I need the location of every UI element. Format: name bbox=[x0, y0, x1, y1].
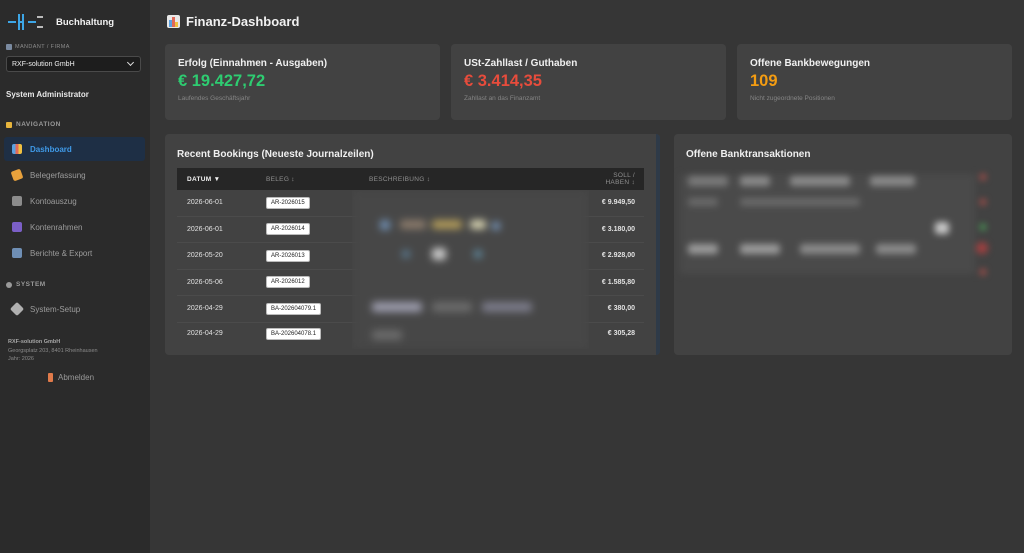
table-header: DATUM ▼ BELEG ↕ BESCHREIBUNG ↕ SOLL / HA… bbox=[177, 168, 644, 190]
beleg-badge[interactable]: AR-2026014 bbox=[266, 223, 310, 236]
system-section-header: SYSTEM bbox=[6, 281, 46, 288]
sidebar-item-dashboard[interactable]: Dashboard bbox=[4, 137, 145, 161]
brand: Buchhaltung bbox=[6, 11, 114, 33]
sidebar-item-kontoauszug[interactable]: Kontoauszug bbox=[4, 189, 145, 213]
mandant-label-text: MANDANT / FIRMA bbox=[15, 44, 70, 50]
company-info: RXF-solution GmbH Georgsplatz 203, 8401 … bbox=[8, 338, 98, 364]
app-logo-icon bbox=[6, 12, 46, 32]
column-header-datum[interactable]: DATUM ▼ bbox=[177, 176, 257, 183]
kpi-value: € 3.414,35 bbox=[464, 72, 542, 90]
system-section-title: SYSTEM bbox=[16, 281, 46, 288]
sidebar-item-kontenrahmen[interactable]: Kontenrahmen bbox=[4, 215, 145, 239]
scrollbar[interactable] bbox=[656, 134, 660, 355]
column-header-beschreibung[interactable]: BESCHREIBUNG ↕ bbox=[361, 176, 591, 183]
nav-section-header: NAVIGATION bbox=[6, 121, 61, 128]
cell-datum: 2026-06-01 bbox=[187, 225, 223, 233]
sidebar-item-label: Berichte & Export bbox=[30, 248, 93, 258]
app-title: Buchhaltung bbox=[56, 16, 115, 28]
beleg-badge[interactable]: AR-2026013 bbox=[266, 249, 310, 262]
cell-betrag: € 1.585,80 bbox=[601, 278, 635, 286]
open-bank-transactions-panel: Offene Banktransaktionen bbox=[674, 134, 1012, 355]
pen-icon bbox=[10, 168, 24, 182]
nav-section-title: NAVIGATION bbox=[16, 121, 61, 128]
beleg-badge[interactable]: BA-202604078.1 bbox=[266, 327, 322, 340]
kpi-subtitle: Zahllast an das Finanzamt bbox=[464, 95, 541, 102]
kpi-card-erfolg: Erfolg (Einnahmen - Ausgaben) € 19.427,7… bbox=[165, 44, 440, 120]
bar-chart-icon bbox=[167, 15, 180, 28]
company-name: RXF-solution GmbH bbox=[8, 339, 61, 345]
redacted-bank-transactions bbox=[680, 164, 990, 302]
page-title-text: Finanz-Dashboard bbox=[186, 14, 300, 29]
sidebar-item-label: Kontoauszug bbox=[30, 196, 77, 206]
gear-icon bbox=[6, 281, 12, 288]
user-name: System Administrator bbox=[6, 90, 89, 99]
sidebar-item-label: System-Setup bbox=[30, 304, 81, 314]
cell-datum: 2026-06-01 bbox=[187, 199, 223, 207]
beleg-badge[interactable]: BA-202604079.1 bbox=[266, 302, 322, 315]
cell-betrag: € 9.949,50 bbox=[601, 199, 635, 207]
sidebar: Buchhaltung MANDANT / FIRMA RXF-solution… bbox=[0, 0, 150, 553]
kpi-title: Erfolg (Einnahmen - Ausgaben) bbox=[178, 58, 328, 69]
kpi-subtitle: Laufendes Geschäftsjahr bbox=[178, 95, 251, 102]
line-chart-icon bbox=[12, 248, 22, 258]
open-bank-transactions-title: Offene Banktransaktionen bbox=[686, 149, 811, 160]
logout-label: Abmelden bbox=[58, 373, 95, 382]
mandant-label: MANDANT / FIRMA bbox=[6, 44, 70, 50]
logout-button[interactable]: Abmelden bbox=[48, 373, 94, 382]
folder-icon bbox=[6, 121, 12, 128]
kpi-card-ust: USt-Zahllast / Guthaben € 3.414,35 Zahll… bbox=[451, 44, 726, 120]
company-address: Georgsplatz 203, 8401 Rheinhausen bbox=[8, 347, 98, 354]
cell-datum: 2026-05-06 bbox=[187, 278, 223, 286]
page-title: Finanz-Dashboard bbox=[167, 14, 299, 29]
column-header-betrag[interactable]: SOLL / HABEN ↕ bbox=[591, 172, 644, 186]
recent-bookings-panel: Recent Bookings (Neueste Journalzeilen) … bbox=[165, 134, 660, 355]
mandant-select-value: RXF-solution GmbH bbox=[12, 60, 75, 68]
sidebar-item-label: Dashboard bbox=[30, 144, 72, 154]
sidebar-item-system-setup[interactable]: System-Setup bbox=[4, 297, 145, 321]
company-year: Jahr: 2026 bbox=[8, 356, 34, 362]
sidebar-item-label: Belegerfassung bbox=[30, 170, 86, 180]
kpi-title: USt-Zahllast / Guthaben bbox=[464, 58, 578, 69]
kpi-value: 109 bbox=[750, 72, 778, 90]
beleg-badge[interactable]: AR-2026015 bbox=[266, 196, 310, 209]
bar-chart-icon bbox=[12, 144, 22, 154]
cell-datum: 2026-04-29 bbox=[187, 330, 223, 337]
kpi-card-bank: Offene Bankbewegungen 109 Nicht zugeordn… bbox=[737, 44, 1012, 120]
beleg-badge[interactable]: AR-2026012 bbox=[266, 276, 310, 289]
cell-betrag: € 305,28 bbox=[607, 330, 635, 337]
cell-datum: 2026-05-20 bbox=[187, 252, 223, 260]
cell-betrag: € 380,00 bbox=[607, 305, 635, 313]
cell-betrag: € 2.928,00 bbox=[601, 252, 635, 260]
book-icon bbox=[12, 222, 22, 232]
door-icon bbox=[48, 373, 53, 382]
chevron-down-icon bbox=[126, 58, 135, 67]
cell-betrag: € 3.180,00 bbox=[601, 225, 635, 233]
sidebar-item-berichte-export[interactable]: Berichte & Export bbox=[4, 241, 145, 265]
bank-icon bbox=[12, 196, 22, 206]
kpi-value: € 19.427,72 bbox=[178, 72, 266, 90]
bookings-table: DATUM ▼ BELEG ↕ BESCHREIBUNG ↕ SOLL / HA… bbox=[177, 168, 644, 349]
column-header-beleg[interactable]: BELEG ↕ bbox=[257, 176, 361, 183]
redacted-description-area bbox=[352, 190, 589, 349]
recent-bookings-title: Recent Bookings (Neueste Journalzeilen) bbox=[177, 149, 374, 160]
building-icon bbox=[6, 44, 12, 50]
kpi-subtitle: Nicht zugeordnete Positionen bbox=[750, 95, 835, 102]
kpi-title: Offene Bankbewegungen bbox=[750, 58, 871, 69]
tools-icon bbox=[9, 301, 25, 317]
sidebar-item-belegerfassung[interactable]: Belegerfassung bbox=[4, 163, 145, 187]
mandant-select[interactable]: RXF-solution GmbH bbox=[6, 56, 141, 72]
cell-datum: 2026-04-29 bbox=[187, 305, 223, 313]
sidebar-item-label: Kontenrahmen bbox=[30, 222, 83, 232]
